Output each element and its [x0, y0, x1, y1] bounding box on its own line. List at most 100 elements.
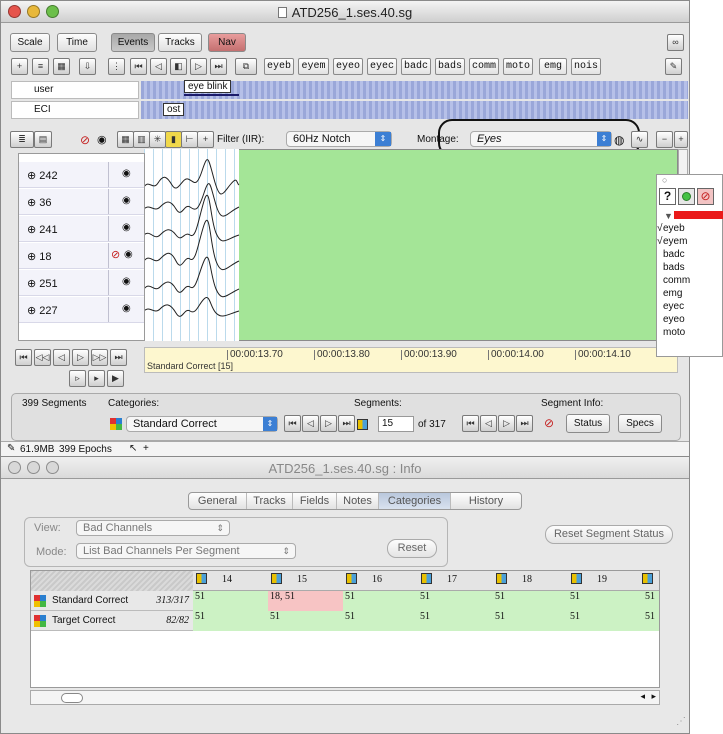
mode-select[interactable]: List Bad Channels Per Segment ⇕: [76, 543, 296, 559]
highlight-icon[interactable]: ▮: [165, 131, 182, 148]
scale-button[interactable]: Scale: [10, 33, 50, 52]
cursor-tool-icon[interactable]: ↖: [129, 443, 137, 454]
event-type-moto[interactable]: moto: [503, 58, 533, 75]
track-lane-eci[interactable]: [141, 101, 688, 119]
segment-number-field[interactable]: 15: [378, 416, 414, 432]
tab-notes[interactable]: Notes: [337, 493, 379, 509]
channel-eye-icon[interactable]: ◉: [122, 303, 131, 314]
bad-channel-icon[interactable]: ⊘: [80, 133, 90, 147]
channel-eye-icon[interactable]: ◉: [122, 195, 131, 206]
table-cell[interactable]: 51: [268, 611, 343, 631]
table-cell[interactable]: 51: [643, 591, 659, 611]
event-type-nois[interactable]: nois: [571, 58, 601, 75]
save-events-icon[interactable]: ⇩: [79, 58, 96, 75]
table-row-header[interactable]: Standard Correct 313/317: [31, 591, 193, 611]
event-type-emg[interactable]: emg: [539, 58, 567, 75]
channel-bad-icon[interactable]: ⊘: [111, 248, 120, 261]
channel-row[interactable]: ⊕ 241 ◉: [19, 216, 144, 242]
baseline-icon[interactable]: ⊢: [181, 131, 198, 148]
channel-row[interactable]: ⊕ 251 ◉: [19, 270, 144, 296]
track-tool-icon[interactable]: ≡: [32, 58, 49, 75]
view-select[interactable]: Bad Channels ⇕: [76, 520, 230, 536]
bad-channels-grid[interactable]: 14 15 16 17 18 19 Standard Correct 313/3…: [30, 570, 660, 688]
column-header-partial[interactable]: [642, 572, 653, 590]
palette-item-badc[interactable]: badc: [663, 249, 685, 260]
grid-scrollbar[interactable]: ◂ ▸: [30, 690, 660, 705]
next-event-icon[interactable]: ▷: [190, 58, 207, 75]
link-icon[interactable]: ∞: [667, 34, 684, 51]
event-type-eyeo[interactable]: eyeo: [333, 58, 363, 75]
palette-item-bads[interactable]: bads: [663, 262, 685, 273]
tab-categories[interactable]: Categories: [379, 493, 451, 509]
event-tag-eye-blink[interactable]: eye blink: [184, 80, 232, 93]
crosshair-tool-icon[interactable]: +: [143, 443, 149, 454]
category-last-icon[interactable]: ⏭: [338, 415, 355, 432]
channel-row[interactable]: ⊕ 36 ◉: [19, 189, 144, 215]
tab-tracks[interactable]: Tracks: [247, 493, 293, 509]
table-cell[interactable]: 51: [418, 611, 493, 631]
track-add-icon[interactable]: +: [11, 58, 28, 75]
palette-disclosure-icon[interactable]: ▼: [664, 211, 673, 221]
category-first-icon[interactable]: ⏮: [284, 415, 301, 432]
track-grid-icon[interactable]: ▦: [53, 58, 70, 75]
first-event-icon[interactable]: ⏮: [130, 58, 147, 75]
event-type-comm[interactable]: comm: [469, 58, 499, 75]
channel-layout-icon[interactable]: ▤: [34, 131, 52, 148]
category-prev-icon[interactable]: ◁: [302, 415, 319, 432]
prev-event-icon[interactable]: ◁: [150, 58, 167, 75]
expand-icon[interactable]: +: [674, 131, 688, 148]
category-next-icon[interactable]: ▷: [320, 415, 337, 432]
event-tag-ost[interactable]: ost: [163, 103, 185, 116]
palette-item-moto[interactable]: moto: [663, 327, 685, 338]
channel-eye-icon[interactable]: ◉: [122, 168, 131, 179]
event-color-icon[interactable]: ✎: [665, 58, 682, 75]
category-select[interactable]: Standard Correct ⇕: [126, 416, 278, 432]
track-eci[interactable]: ECI: [11, 101, 139, 119]
last-event-icon[interactable]: ⏭: [210, 58, 227, 75]
palette-remove-icon[interactable]: ⊘: [697, 188, 714, 205]
select-event-icon[interactable]: ◧: [170, 58, 187, 75]
table-cell[interactable]: 51: [493, 591, 568, 611]
table-cell[interactable]: 51: [568, 591, 643, 611]
prev-page-icon[interactable]: ◁◁: [34, 349, 51, 366]
palette-item-comm[interactable]: comm: [663, 275, 690, 286]
column-header[interactable]: 15: [271, 572, 307, 590]
tab-general[interactable]: General: [189, 493, 247, 509]
scroll-right-icon[interactable]: ▸: [651, 691, 656, 702]
tracks-button[interactable]: Tracks: [158, 33, 202, 52]
segment-next-icon[interactable]: ▷: [498, 415, 515, 432]
palette-item-emg[interactable]: emg: [663, 288, 682, 299]
segment-first-icon[interactable]: ⏮: [462, 415, 479, 432]
palette-color-swatch[interactable]: [674, 211, 723, 219]
tab-fields[interactable]: Fields: [293, 493, 337, 509]
copy-events-icon[interactable]: ⧉: [235, 58, 257, 75]
column-header[interactable]: 14: [196, 572, 232, 590]
event-type-eyem[interactable]: eyem: [298, 58, 329, 75]
table-cell[interactable]: 51: [418, 591, 493, 611]
events-button[interactable]: Events: [111, 33, 155, 52]
nav-button[interactable]: Nav: [208, 33, 246, 52]
prev-icon[interactable]: ◁: [53, 349, 70, 366]
palette-close-icon[interactable]: ○: [662, 175, 667, 185]
event-type-badc[interactable]: badc: [401, 58, 431, 75]
markers-icon[interactable]: ✳: [149, 131, 166, 148]
time-axis[interactable]: 00:00:13.70 00:00:13.80 00:00:13.90 00:0…: [144, 347, 678, 373]
resize-grip-icon[interactable]: ⋰: [676, 716, 686, 727]
table-cell[interactable]: 51: [193, 591, 268, 611]
palette-item-eyem[interactable]: √ eyem: [657, 236, 687, 247]
event-type-eyec[interactable]: eyec: [367, 58, 397, 75]
column-header[interactable]: 16: [346, 572, 382, 590]
specs-button[interactable]: Specs: [618, 414, 662, 433]
filter-select[interactable]: 60Hz Notch ⇕: [286, 131, 392, 147]
channel-eye-icon[interactable]: ◉: [122, 222, 131, 233]
table-cell[interactable]: 51: [493, 611, 568, 631]
table-cell[interactable]: 51: [568, 611, 643, 631]
scrollbar-thumb[interactable]: [61, 693, 83, 703]
column-header[interactable]: 18: [496, 572, 532, 590]
channel-eye-icon[interactable]: ◉: [124, 249, 133, 260]
table-cell[interactable]: 18, 51: [268, 591, 343, 611]
play-icon[interactable]: ▸: [88, 370, 105, 387]
first-segment-icon[interactable]: ⏮: [15, 349, 32, 366]
stack-view-icon[interactable]: ▥: [133, 131, 150, 148]
table-cell[interactable]: 51: [193, 611, 268, 631]
